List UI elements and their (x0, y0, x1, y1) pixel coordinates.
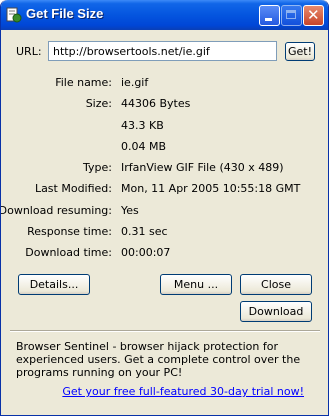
size-mb-value: 0.04 MB (121, 140, 167, 153)
size-bytes-value: 44306 Bytes (121, 97, 191, 110)
details-button[interactable]: Details... (18, 274, 90, 295)
file-name-label: File name: (55, 76, 112, 89)
download-resuming-label: Download resuming: (0, 204, 112, 217)
size-kb-value: 43.3 KB (121, 119, 164, 132)
get-file-size-window: Get File Size ✕ URL: Get! File name: ie.… (0, 0, 329, 416)
close-button[interactable]: Close (240, 274, 312, 295)
download-resuming-value: Yes (121, 204, 139, 217)
close-window-button[interactable]: ✕ (303, 5, 324, 26)
response-time-value: 0.31 sec (121, 225, 168, 238)
trial-link[interactable]: Get your free full-featured 30-day trial… (62, 385, 304, 398)
file-name-value: ie.gif (121, 76, 149, 89)
close-icon: ✕ (307, 6, 320, 24)
minimize-button[interactable] (259, 5, 280, 26)
url-label: URL: (16, 45, 42, 58)
download-button[interactable]: Download (240, 301, 312, 322)
promo-text: Browser Sentinel - browser hijack protec… (16, 340, 301, 379)
download-time-label: Download time: (25, 246, 112, 259)
url-input[interactable] (48, 41, 277, 61)
window-title: Get File Size (26, 6, 104, 21)
minimize-icon (265, 18, 272, 21)
maximize-button[interactable] (281, 5, 302, 26)
last-modified-label: Last Modified: (34, 182, 112, 195)
separator (10, 330, 320, 332)
response-time-label: Response time: (27, 225, 112, 238)
size-label: Size: (85, 97, 112, 110)
get-button[interactable]: Get! (285, 42, 315, 61)
type-value: IrfanView GIF File (430 x 489) (121, 161, 284, 174)
download-time-value: 00:00:07 (121, 246, 171, 259)
app-icon (6, 7, 22, 23)
maximize-icon (286, 10, 296, 19)
last-modified-value: Mon, 11 Apr 2005 10:55:18 GMT (121, 182, 301, 195)
menu-button[interactable]: Menu ... (160, 274, 232, 295)
type-label: Type: (83, 161, 112, 174)
title-bar[interactable]: Get File Size ✕ (1, 0, 328, 30)
